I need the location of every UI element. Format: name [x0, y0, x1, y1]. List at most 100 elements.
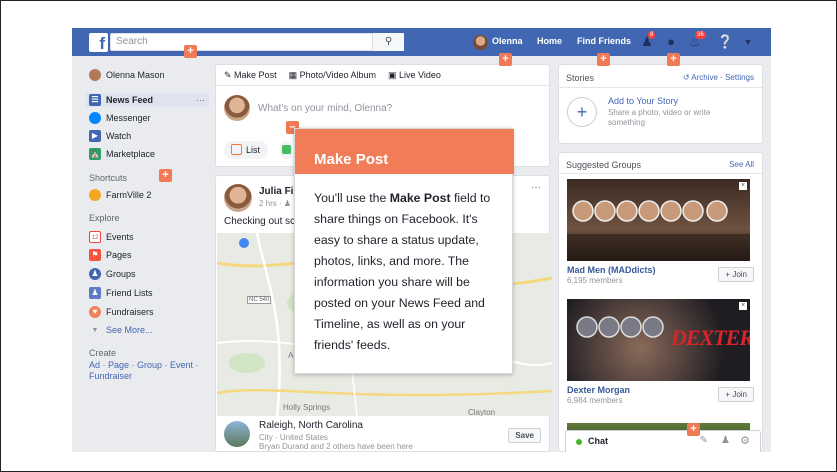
composer-input[interactable]: What's on your mind, Olenna? [258, 103, 392, 114]
top-bar: f Search ⚲ Olenna Home Find Friends ♟ 8 … [72, 28, 771, 56]
sidebar-item-watch[interactable]: ▶ Watch [89, 129, 131, 143]
more-options-icon[interactable]: ··· [196, 95, 205, 105]
tab-photo-video-album[interactable]: ▦ Photo/Video Album [289, 70, 376, 81]
chevron-down-icon: ▼ [91, 326, 99, 334]
sidebar-item-pages[interactable]: ⚑ Pages [89, 248, 132, 262]
hotspot-profile-plus[interactable]: + [499, 53, 512, 66]
map-marker-icon [239, 238, 249, 248]
sidebar-item-news-feed[interactable]: ☰ News Feed ··· [86, 93, 209, 107]
gear-icon[interactable]: ⚙ [740, 434, 750, 447]
contacts-icon[interactable]: ♟ [721, 435, 730, 446]
close-icon[interactable]: × [739, 302, 747, 310]
compose-icon[interactable]: ✎ [700, 435, 708, 446]
avatar[interactable] [473, 35, 488, 50]
hotspot-notifications-plus[interactable]: + [667, 53, 680, 66]
group-name[interactable]: Dexter Morgan [567, 385, 630, 395]
sidebar-item-label: Events [106, 232, 134, 242]
hotspot-chat-plus[interactable]: + [687, 423, 700, 436]
tab-make-post[interactable]: ✎ Make Post [224, 70, 277, 81]
sidebar-item-label: News Feed [106, 95, 154, 105]
sidebar-item-events[interactable]: 12 Events [89, 230, 134, 244]
group-members: 6,984 members [567, 396, 623, 405]
create-fundraiser-link[interactable]: Fundraiser [89, 369, 132, 383]
explore-heading: Explore [89, 213, 120, 223]
sidebar-item-groups[interactable]: ♟ Groups [89, 267, 136, 281]
group-cover-image[interactable]: DEXTER × [567, 299, 750, 381]
flag-icon: ⚑ [89, 249, 101, 261]
group-cover-graphic [567, 200, 750, 261]
post-author[interactable]: Julia Fill [259, 186, 299, 197]
watch-icon: ▶ [89, 130, 101, 142]
group-cover-image[interactable]: × [567, 179, 750, 261]
hotspot-shortcuts-plus[interactable]: + [159, 169, 172, 182]
sidebar-item-marketplace[interactable]: ⛪ Marketplace [89, 147, 155, 161]
photo-icon [282, 145, 291, 154]
hotspot-friends-plus[interactable]: + [597, 53, 610, 66]
photo-button[interactable] [280, 141, 292, 159]
sidebar-item-farmville[interactable]: FarmVille 2 [89, 188, 151, 202]
profile-link[interactable]: Olenna [492, 36, 523, 46]
home-link[interactable]: Home [537, 36, 562, 46]
notifications-badge: 36 [695, 31, 706, 39]
post-text: Checking out sc [224, 216, 296, 227]
suggested-groups-title: Suggested Groups [566, 160, 642, 170]
sidebar-item-messenger[interactable]: Messenger [89, 111, 151, 125]
place-name[interactable]: Raleigh, North Carolina [259, 420, 363, 431]
facebook-screenshot: f Search ⚲ Olenna Home Find Friends ♟ 8 … [72, 28, 771, 452]
marketplace-icon: ⛪ [89, 148, 101, 160]
stories-links[interactable]: ↺ Archive · Settings [683, 73, 754, 82]
see-all-link[interactable]: See All [729, 160, 754, 169]
search-icon[interactable]: ⚲ [372, 33, 404, 51]
place-friends: Bryan Durand and 2 others have been here [259, 442, 413, 451]
news-feed-icon: ☰ [89, 94, 101, 106]
stories-card: Stories ↺ Archive · Settings + Add to Yo… [558, 64, 763, 144]
sidebar-item-friend-lists[interactable]: ♟ Friend Lists [89, 286, 153, 300]
composer-tabs: ✎ Make Post ▦ Photo/Video Album ▣ Live V… [224, 70, 441, 81]
post-options-icon[interactable]: ··· [531, 182, 541, 193]
sidebar-item-label: Pages [106, 250, 132, 260]
calendar-icon: 12 [89, 231, 101, 243]
messenger-icon [89, 112, 101, 124]
search-input[interactable]: Search [110, 33, 404, 51]
tooltip-body: You'll use the Make Post field to share … [314, 191, 491, 352]
sidebar-item-label: Olenna Mason [106, 70, 165, 80]
farmville-icon [89, 189, 101, 201]
sidebar-item-label: Fundraisers [106, 307, 154, 317]
stories-title: Stories [566, 73, 595, 83]
list-icon [231, 144, 242, 155]
fundraiser-icon: ♥ [89, 306, 101, 318]
place-subtitle: City · United States [259, 433, 328, 442]
suggested-groups-card: Suggested Groups See All × Mad Men (MADd… [558, 152, 763, 452]
tooltip-title: Make Post [295, 129, 514, 174]
add-story-title[interactable]: Add to Your Story [608, 96, 678, 106]
avatar [224, 184, 252, 212]
sidebar-item-label: FarmVille 2 [106, 190, 152, 200]
divider [559, 173, 762, 174]
find-friends-link[interactable]: Find Friends [577, 36, 631, 46]
see-more-link[interactable]: ▼ See More... [89, 323, 153, 337]
group-members: 6,195 members [567, 276, 623, 285]
chevron-down-icon[interactable]: ▼ [740, 34, 756, 50]
join-group-button[interactable]: + Join [718, 267, 754, 282]
save-button[interactable]: Save [508, 428, 541, 443]
map-label-clayton: Clayton [468, 408, 496, 416]
join-group-button[interactable]: + Join [718, 387, 754, 402]
chat-bar[interactable]: Chat ✎ ♟ ⚙ [565, 430, 761, 452]
group-name[interactable]: Mad Men (MADdicts) [567, 265, 656, 275]
map-label-nc540: NC 540 [247, 296, 272, 304]
help-icon[interactable]: ❔ [717, 34, 733, 50]
list-button[interactable]: List [224, 141, 269, 159]
sidebar-item-profile[interactable]: Olenna Mason [89, 68, 165, 82]
facebook-logo-icon[interactable]: f [89, 33, 108, 53]
tab-live-video[interactable]: ▣ Live Video [388, 70, 441, 81]
close-icon[interactable]: × [739, 182, 747, 190]
messenger-icon[interactable]: ● [663, 34, 679, 50]
divider [216, 85, 549, 86]
avatar [224, 95, 250, 121]
hotspot-search-plus[interactable]: + [184, 45, 197, 58]
post-meta: 2 hrs · ♟ [259, 199, 292, 208]
sidebar-item-fundraisers[interactable]: ♥ Fundraisers [89, 305, 154, 319]
add-story-icon[interactable]: + [567, 97, 597, 127]
see-more-label: See More... [106, 325, 153, 335]
sidebar-item-label: Messenger [106, 113, 151, 123]
